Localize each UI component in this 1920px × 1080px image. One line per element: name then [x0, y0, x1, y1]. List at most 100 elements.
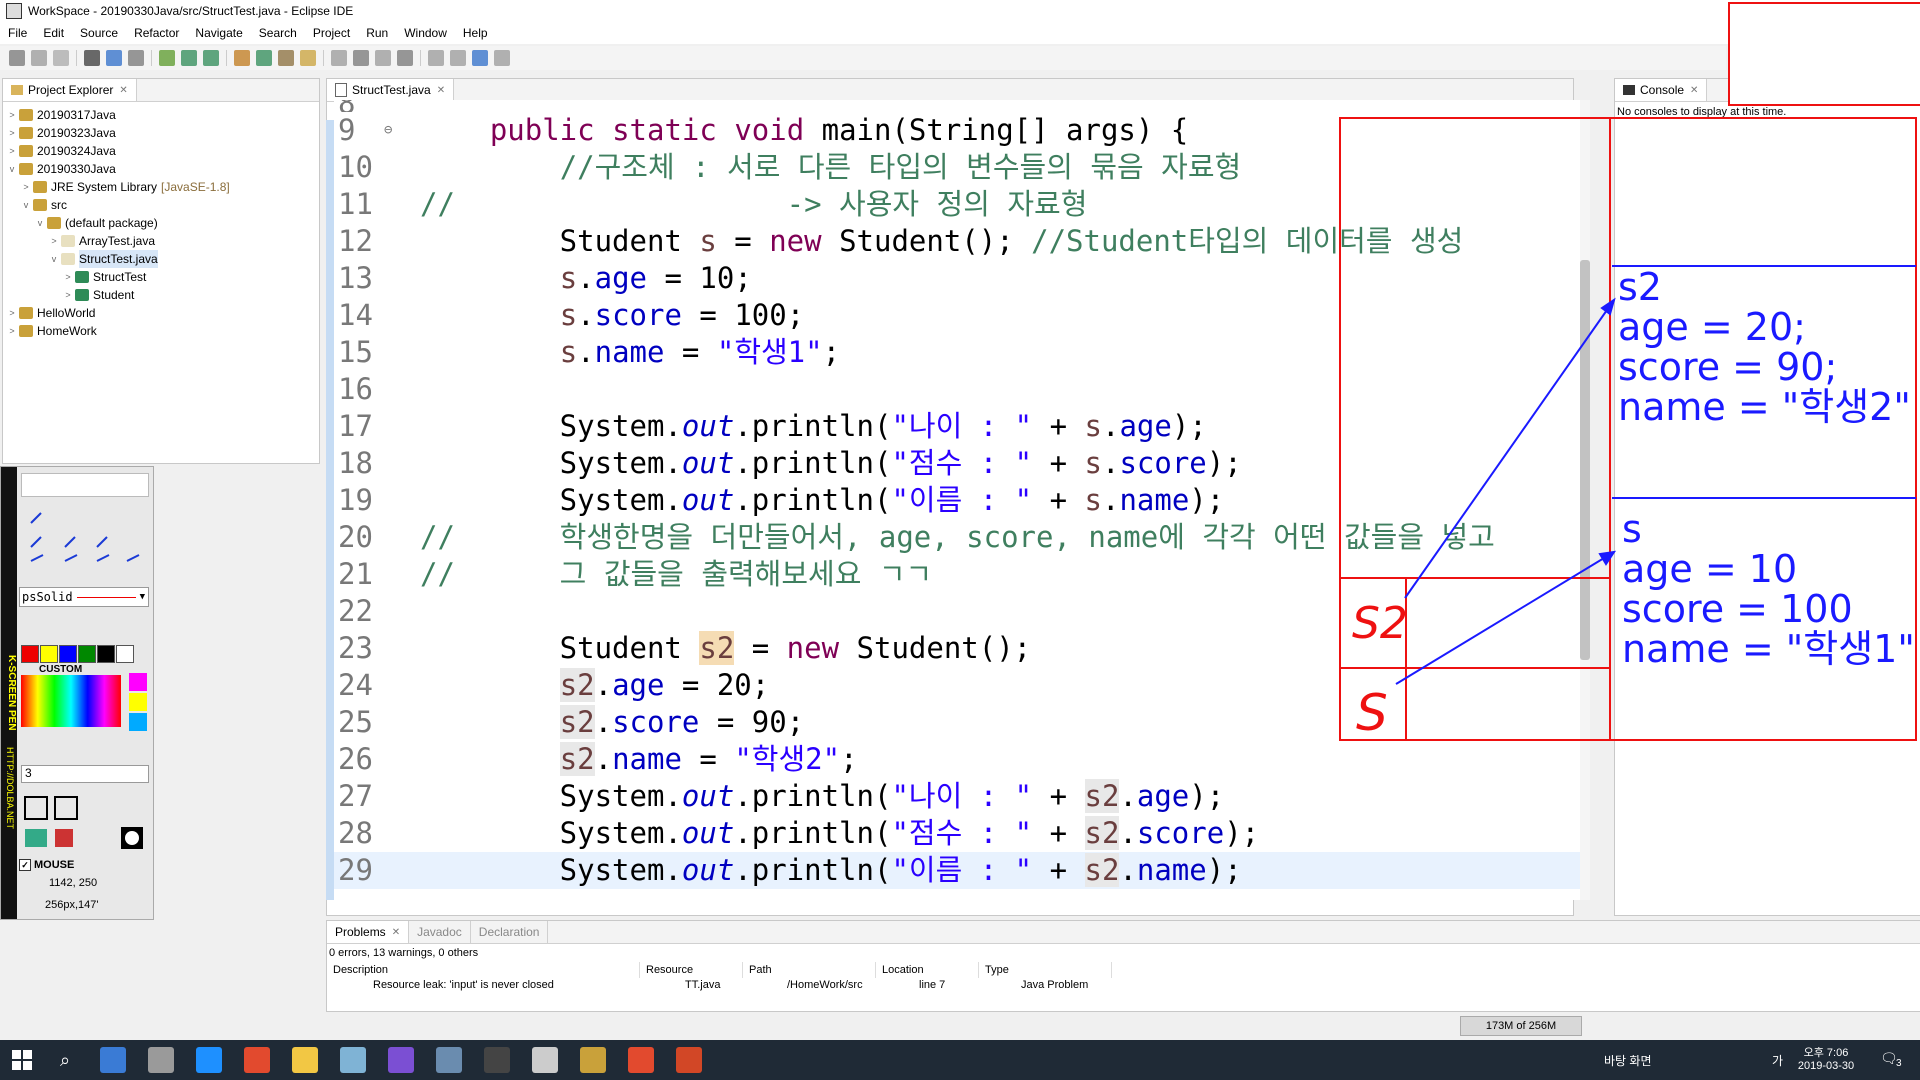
fold-marker-icon[interactable] — [384, 778, 420, 815]
toolbar-button[interactable] — [159, 50, 175, 66]
tab-console[interactable]: Console ✕ — [1615, 79, 1708, 101]
pen-actions[interactable] — [21, 793, 147, 853]
fold-marker-icon[interactable] — [384, 297, 420, 334]
menu-item[interactable]: File — [0, 26, 35, 40]
code-line[interactable]: 23 Student s2 = new Student(); — [334, 630, 1584, 667]
code-line[interactable]: 13 s.age = 10; — [334, 260, 1584, 297]
toolbar-button[interactable] — [128, 50, 144, 66]
close-icon[interactable]: ✕ — [119, 85, 127, 96]
toolbar-button[interactable] — [300, 50, 316, 66]
fold-marker-icon[interactable] — [384, 815, 420, 852]
line-style-select[interactable]: psSolid ▼ — [19, 587, 149, 607]
code-line[interactable]: 27 System.out.println("나이 : " + s2.age); — [334, 778, 1584, 815]
menu-item[interactable]: Search — [251, 26, 305, 40]
toolbar-button[interactable] — [234, 50, 250, 66]
recent-colors[interactable] — [129, 673, 147, 733]
code-line[interactable]: 20 // 학생한명을 더만들어서, age, score, name에 각각 어… — [334, 519, 1584, 556]
twisty-icon[interactable]: > — [7, 106, 17, 124]
code-line[interactable]: 26 s2.name = "학생2"; — [334, 741, 1584, 778]
editor-scrollbar[interactable] — [1580, 100, 1590, 900]
code-line[interactable]: 12 Student s = new Student(); //Student타… — [334, 223, 1584, 260]
code-line[interactable]: 24 s2.age = 20; — [334, 667, 1584, 704]
fold-marker-icon[interactable] — [384, 223, 420, 260]
tree-item[interactable]: > StructTest — [3, 268, 319, 286]
menu-item[interactable]: Navigate — [187, 26, 250, 40]
menu-item[interactable]: Refactor — [126, 26, 187, 40]
windows-start-icon[interactable] — [12, 1050, 32, 1070]
twisty-icon[interactable]: v — [7, 160, 17, 178]
toolbar-button[interactable] — [472, 50, 488, 66]
code-line[interactable]: 29 System.out.println("이름 : " + s2.name)… — [334, 852, 1584, 889]
code-area[interactable]: 89 ⊖ public static void main(String[] arg… — [334, 100, 1584, 900]
code-line[interactable]: 10 //구조체 : 서로 다른 타입의 변수들의 묶음 자료형 — [334, 149, 1584, 186]
tree-item[interactable]: >20190323Java — [3, 124, 319, 142]
twisty-icon[interactable]: > — [7, 322, 17, 340]
twisty-icon[interactable]: > — [63, 268, 73, 286]
twisty-icon[interactable]: > — [49, 232, 59, 250]
clock[interactable]: 오후 7:06 2019-03-30 — [1796, 1044, 1856, 1072]
toolbar-button[interactable] — [397, 50, 413, 66]
fold-marker-icon[interactable] — [384, 408, 420, 445]
toolbar-button[interactable] — [331, 50, 347, 66]
code-line[interactable]: 8 — [334, 100, 1584, 112]
close-icon[interactable]: ✕ — [1690, 85, 1698, 96]
fold-marker-icon[interactable] — [384, 556, 420, 593]
close-icon[interactable]: ✕ — [392, 927, 400, 938]
color-palette[interactable] — [21, 645, 134, 663]
taskbar-app-icon[interactable] — [628, 1047, 654, 1073]
menu-item[interactable]: Help — [455, 26, 496, 40]
twisty-icon[interactable]: > — [63, 286, 73, 304]
pen-shapes[interactable] — [21, 503, 147, 563]
code-line[interactable]: 15 s.name = "학생1"; — [334, 334, 1584, 371]
tree-item[interactable]: > JRE System Library [JavaSE-1.8] — [3, 178, 319, 196]
toolbar-button[interactable] — [106, 50, 122, 66]
fold-marker-icon[interactable] — [384, 704, 420, 741]
fold-marker-icon[interactable] — [384, 852, 420, 889]
toolbar-button[interactable] — [428, 50, 444, 66]
twisty-icon[interactable]: v — [49, 250, 59, 268]
tree-item[interactable]: v (default package) — [3, 214, 319, 232]
toolbar-button[interactable] — [353, 50, 369, 66]
code-line[interactable]: 14 s.score = 100; — [334, 297, 1584, 334]
toolbar-button[interactable] — [203, 50, 219, 66]
taskbar-app-icon[interactable] — [436, 1047, 462, 1073]
fold-marker-icon[interactable] — [384, 186, 420, 223]
fold-marker-icon[interactable] — [384, 371, 420, 408]
menu-item[interactable]: Run — [358, 26, 396, 40]
menu-item[interactable]: Window — [396, 26, 455, 40]
code-line[interactable]: 25 s2.score = 90; — [334, 704, 1584, 741]
menu-item[interactable]: Edit — [35, 26, 72, 40]
fold-marker-icon[interactable] — [384, 482, 420, 519]
fold-marker-icon[interactable] — [384, 445, 420, 482]
tree-item[interactable]: > HomeWork — [3, 322, 319, 340]
fold-marker-icon[interactable] — [384, 593, 420, 630]
taskbar-app-icon[interactable] — [388, 1047, 414, 1073]
taskbar-app-icon[interactable] — [100, 1047, 126, 1073]
code-line[interactable]: 11 // -> 사용자 정의 자료형 — [334, 186, 1584, 223]
toolbar-button[interactable] — [181, 50, 197, 66]
toolbar-button[interactable] — [450, 50, 466, 66]
code-line[interactable]: 18 System.out.println("점수 : " + s.score)… — [334, 445, 1584, 482]
twisty-icon[interactable]: > — [7, 142, 17, 160]
taskbar-app-icon[interactable] — [580, 1047, 606, 1073]
toolbar-button[interactable] — [494, 50, 510, 66]
twisty-icon[interactable]: v — [35, 214, 45, 232]
toolbar-button[interactable] — [9, 50, 25, 66]
fold-marker-icon[interactable] — [384, 149, 420, 186]
tab-project-explorer[interactable]: Project Explorer ✕ — [3, 79, 137, 101]
ime-indicator[interactable]: 가 — [1772, 1052, 1783, 1069]
column-header[interactable]: Type — [979, 962, 1112, 978]
menu-item[interactable]: Project — [305, 26, 358, 40]
column-header[interactable]: Description — [327, 962, 640, 978]
tab-javadoc[interactable]: Javadoc — [409, 921, 471, 943]
column-header[interactable]: Resource — [640, 962, 743, 978]
desktop-label[interactable]: 바탕 화면 — [1604, 1052, 1652, 1069]
code-line[interactable]: 21 // 그 값들을 출력해보세요 ㄱㄱ — [334, 556, 1584, 593]
taskbar-app-icon[interactable] — [484, 1047, 510, 1073]
toolbar-button[interactable] — [53, 50, 69, 66]
code-line[interactable]: 17 System.out.println("나이 : " + s.age); — [334, 408, 1584, 445]
fold-marker-icon[interactable] — [384, 100, 420, 112]
color-spectrum[interactable] — [21, 675, 121, 727]
code-line[interactable]: 22 — [334, 593, 1584, 630]
tab-problems[interactable]: Problems ✕ — [327, 921, 410, 943]
